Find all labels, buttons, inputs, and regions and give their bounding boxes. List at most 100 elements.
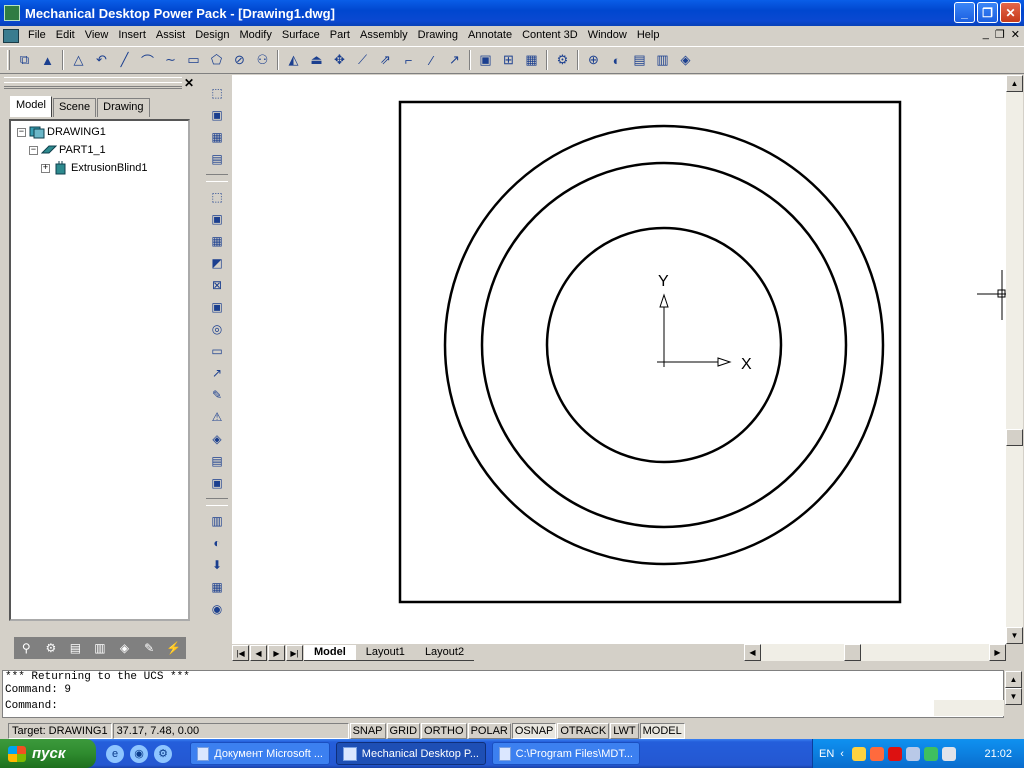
part-tool-icon[interactable]: ◐ (206, 532, 228, 554)
tree-node-part1[interactable]: − PART1_1 (29, 142, 106, 158)
tab-model-space[interactable]: Model (304, 645, 356, 661)
part-tool-icon[interactable]: ▦ (206, 230, 228, 252)
app-shortcut-icon[interactable]: ⚙ (154, 744, 172, 763)
mirror-tool-icon[interactable]: ◭ (282, 49, 305, 71)
part-tool-icon[interactable]: ▣ (206, 104, 228, 126)
menu-modify[interactable]: Modify (234, 26, 276, 45)
security-icon[interactable] (869, 746, 884, 761)
part-tool-icon[interactable]: ⬇ (206, 554, 228, 576)
3d-view-tool-icon[interactable]: ◈ (674, 49, 697, 71)
part-tool-icon[interactable]: ▤ (206, 148, 228, 170)
polar-toggle[interactable]: POLAR (467, 722, 511, 739)
menu-window[interactable]: Window (583, 26, 632, 45)
snap-toggle[interactable]: SNAP (349, 722, 386, 739)
polygon-tool-icon[interactable]: ⬠ (205, 49, 228, 71)
menu-insert[interactable]: Insert (113, 26, 151, 45)
undo-arc-icon[interactable]: ↶ (90, 49, 113, 71)
dimension-tool-icon[interactable]: ↗ (443, 49, 466, 71)
collapse-icon[interactable]: − (17, 127, 26, 137)
taskbar-item-folder[interactable]: C:\Program Files\MDT... (492, 742, 640, 765)
arc-tool-icon[interactable]: ⌒ (136, 49, 159, 71)
horizontal-scrollbar[interactable]: ◀ ▶ (744, 644, 1006, 661)
move-tool-icon[interactable]: ✥ (328, 49, 351, 71)
sketch-profile-icon[interactable]: ⚇ (251, 49, 274, 71)
browser-tool-icon[interactable]: ⚲ (17, 640, 35, 656)
command-input-scrollbar[interactable] (934, 700, 1004, 716)
menu-design[interactable]: Design (190, 26, 234, 45)
table-tool-icon[interactable]: ▦ (520, 49, 543, 71)
scroll-up-arrow-icon[interactable]: ▲ (1005, 671, 1022, 688)
menu-content-3d[interactable]: Content 3D (517, 26, 583, 45)
osnap-toggle[interactable]: OSNAP (511, 722, 557, 739)
part-tool-icon[interactable]: ▣ (206, 296, 228, 318)
tab-scene[interactable]: Scene (52, 98, 97, 117)
part-tool-icon[interactable]: ✎ (206, 384, 228, 406)
menu-surface[interactable]: Surface (277, 26, 325, 45)
scroll-up-arrow-icon[interactable]: ▲ (1006, 75, 1023, 92)
ortho-toggle[interactable]: ORTHO (421, 722, 467, 739)
tree-node-drawing1[interactable]: − DRAWING1 (17, 124, 106, 140)
toolbar-grip[interactable] (7, 50, 10, 70)
vertical-scrollbar[interactable]: ▲ ▼ (1006, 75, 1023, 644)
scroll-down-arrow-icon[interactable]: ▼ (1006, 627, 1023, 644)
settings-tool-icon[interactable]: ⚙ (551, 49, 574, 71)
measure-tool-icon[interactable]: ⊘ (228, 49, 251, 71)
tab-model[interactable]: Model (10, 96, 52, 117)
spline-tool-icon[interactable]: ∼ (159, 49, 182, 71)
vertical-scroll-thumb[interactable] (1006, 429, 1023, 446)
menu-edit[interactable]: Edit (51, 26, 80, 45)
browser-tool-icon[interactable]: ▤ (66, 640, 84, 656)
rectangle-tool-icon[interactable]: ▭ (182, 49, 205, 71)
model-paper-toggle[interactable]: MODEL (639, 722, 685, 739)
display-icon[interactable] (905, 746, 920, 761)
line-tool-icon[interactable]: ╱ (113, 49, 136, 71)
part-tool-icon[interactable]: ⬚ (206, 186, 228, 208)
trim-tool-icon[interactable]: ⟋ (351, 49, 374, 71)
menu-view[interactable]: View (80, 26, 114, 45)
fillet-tool-icon[interactable]: ⌐ (397, 49, 420, 71)
browser-tool-icon[interactable]: ✎ (140, 640, 158, 656)
command-scrollbar[interactable]: ▲ ▼ (1005, 671, 1022, 705)
doc-close-button[interactable]: ✕ (1011, 28, 1020, 41)
collapse-icon[interactable]: − (29, 145, 38, 155)
doc-minimize-button[interactable]: _ (983, 28, 989, 41)
maximize-button[interactable]: ❐ (977, 2, 998, 23)
tab-drawing[interactable]: Drawing (97, 98, 150, 117)
part-tool-icon[interactable]: ◉ (206, 598, 228, 620)
browser-tool-icon[interactable]: ◈ (116, 640, 134, 656)
otrack-toggle[interactable]: OTRACK (557, 722, 610, 739)
horizontal-scroll-thumb[interactable] (844, 644, 861, 661)
language-indicator[interactable]: EN (819, 748, 834, 760)
minimize-button[interactable]: _ (954, 2, 975, 23)
part-tool-icon[interactable]: ◎ (206, 318, 228, 340)
expand-icon[interactable]: + (41, 163, 50, 173)
shade-tool-icon[interactable]: ◐ (605, 49, 628, 71)
next-tab-icon[interactable]: ▶ (268, 645, 285, 661)
grid-toggle[interactable]: GRID (386, 722, 421, 739)
first-tab-icon[interactable]: |◀ (232, 645, 249, 661)
part-tool-icon[interactable]: ↗ (206, 362, 228, 384)
network-icon[interactable] (851, 746, 866, 761)
scroll-right-arrow-icon[interactable]: ▶ (989, 644, 1006, 661)
drawing-canvas[interactable]: Y X (232, 75, 1006, 644)
triangle-tool-icon[interactable]: ▲ (36, 49, 59, 71)
hatch-tool-icon[interactable]: ▣ (474, 49, 497, 71)
part-tool-icon[interactable]: ▣ (206, 208, 228, 230)
tray-expand-icon[interactable]: ‹ (840, 748, 844, 760)
part-tool-icon[interactable]: ▦ (206, 126, 228, 148)
part-tool-icon[interactable]: ⊠ (206, 274, 228, 296)
extrude-tool-icon[interactable]: ⏏ (305, 49, 328, 71)
scroll-left-arrow-icon[interactable]: ◀ (744, 644, 761, 661)
part-tool-icon[interactable]: ▣ (206, 472, 228, 494)
menu-annotate[interactable]: Annotate (463, 26, 517, 45)
insert-tool-icon[interactable]: ⊞ (497, 49, 520, 71)
browser-close-icon[interactable]: ✕ (184, 77, 194, 89)
part-tool-icon[interactable]: ▤ (206, 450, 228, 472)
volume-icon[interactable] (941, 746, 956, 761)
menu-help[interactable]: Help (632, 26, 665, 45)
browser-tool-icon[interactable]: ▥ (91, 640, 109, 656)
part-tool-icon[interactable]: ⚠ (206, 406, 228, 428)
command-window[interactable]: *** Returning to the UCS *** Command: 9 … (2, 670, 1004, 718)
menu-drawing[interactable]: Drawing (413, 26, 463, 45)
part-tool-icon[interactable]: ⬚ (206, 82, 228, 104)
